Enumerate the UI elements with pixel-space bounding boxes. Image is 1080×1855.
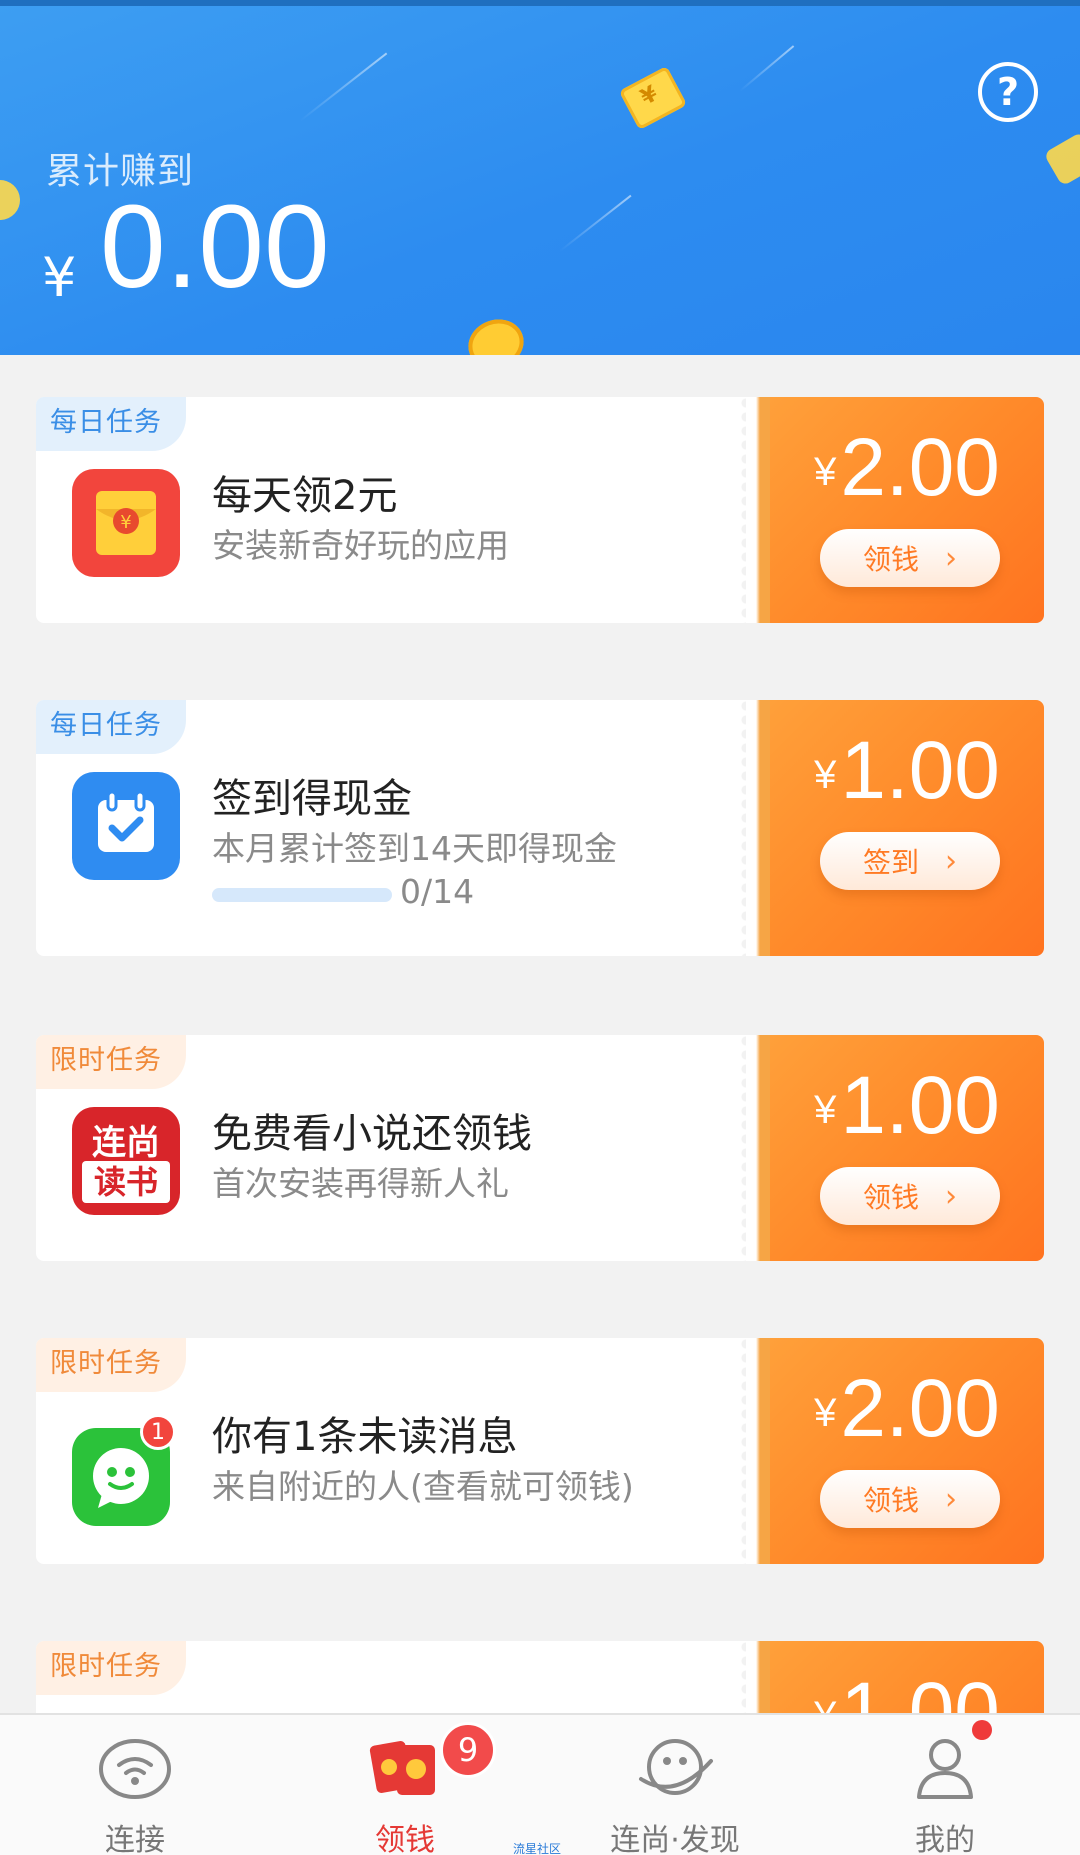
task-info: 限时任务 连尚 读书 免费看小说还领钱 首次安装再得新人礼 xyxy=(36,1035,746,1261)
coin-icon xyxy=(0,174,26,226)
sparkle-streak xyxy=(739,45,795,92)
unread-badge: 1 xyxy=(140,1414,176,1450)
claim-button-label: 领钱 xyxy=(862,543,919,576)
reward-value: 2.00 xyxy=(840,1363,1000,1454)
user-icon xyxy=(917,1739,973,1799)
nav-item-earn[interactable]: 领钱 xyxy=(270,1715,540,1855)
ticket-perforation xyxy=(746,397,770,623)
red-packet-icon: ¥ xyxy=(72,469,180,577)
checkin-button[interactable]: 签到 › xyxy=(820,832,1000,890)
nav-label: 我的 xyxy=(915,1823,975,1855)
task-title: 签到得现金 xyxy=(212,776,412,822)
task-title: 免费看小说还领钱 xyxy=(212,1111,532,1157)
reward-value: 1.00 xyxy=(840,1060,1000,1151)
reward-panel: ¥2.00 领钱 › xyxy=(770,397,1044,623)
reward-amount: ¥1.00 xyxy=(770,724,1044,818)
help-button[interactable]: ? xyxy=(978,62,1038,122)
earned-amount: 0.00 xyxy=(100,181,330,313)
reward-panel: ¥1.00 领钱 › xyxy=(770,1035,1044,1261)
claim-button[interactable]: 领钱 › xyxy=(820,529,1000,587)
book-icon-text: 连尚 xyxy=(92,1123,160,1163)
lianshang-book-icon: 连尚 读书 xyxy=(72,1107,180,1215)
notification-badge: 9 xyxy=(440,1722,496,1778)
sparkle-streak xyxy=(559,194,632,252)
reward-value: 1.00 xyxy=(840,725,1000,816)
task-subtitle: 来自附近的人(查看就可领钱) xyxy=(212,1467,634,1506)
task-card[interactable]: 每日任务 签到得现金 本月累计签到14天即得现金 0/14 ¥1.00 签到 › xyxy=(36,700,1044,956)
calendar-check-icon xyxy=(72,772,180,880)
question-circle-icon: ? xyxy=(996,70,1020,114)
sparkle-streak xyxy=(299,52,388,122)
task-title: 你有1条未读消息 xyxy=(212,1414,518,1460)
earnings-header: ¥ ? 累计赚到 ¥ 0.00 xyxy=(0,0,1080,355)
claim-button[interactable]: 领钱 › xyxy=(820,1167,1000,1225)
task-badge: 限时任务 xyxy=(36,1338,186,1392)
banknote-icon xyxy=(1043,131,1080,187)
chevron-right-icon: › xyxy=(945,1481,957,1517)
reward-panel: ¥1.00 签到 › xyxy=(770,700,1044,956)
task-info: 每日任务 ¥ 每天领2元 安装新奇好玩的应用 xyxy=(36,397,746,623)
banknote-icon: ¥ xyxy=(618,65,688,131)
claim-button[interactable]: 领钱 › xyxy=(820,1470,1000,1528)
nav-label: 领钱 xyxy=(375,1823,435,1855)
claim-button-label: 领钱 xyxy=(862,1181,919,1214)
nav-item-connect[interactable]: 连接 xyxy=(0,1715,270,1855)
currency-symbol: ¥ xyxy=(814,1088,837,1132)
reward-amount: ¥2.00 xyxy=(770,1362,1044,1456)
reward-panel: ¥2.00 领钱 › xyxy=(770,1338,1044,1564)
currency-symbol: ¥ xyxy=(814,753,837,797)
checkin-progress-bar xyxy=(212,888,392,902)
nav-label: 连尚·发现 xyxy=(610,1823,740,1855)
currency-symbol: ¥ xyxy=(814,1391,837,1435)
nav-item-discover[interactable]: 连尚·发现 xyxy=(540,1715,810,1855)
task-info: 限时任务 1 你有1条未读消息 来自附近的人(查看就可领钱) xyxy=(36,1338,746,1564)
wifi-icon xyxy=(99,1739,171,1799)
chevron-right-icon: › xyxy=(945,843,957,879)
chevron-right-icon: › xyxy=(945,540,957,576)
claim-button-label: 领钱 xyxy=(862,1484,919,1517)
chevron-right-icon: › xyxy=(945,1178,957,1214)
red-packet-icon xyxy=(369,1741,435,1795)
nav-item-me[interactable]: 我的 xyxy=(810,1715,1080,1855)
task-badge: 每日任务 xyxy=(36,700,186,754)
notification-dot xyxy=(972,1720,992,1740)
checkin-button-label: 签到 xyxy=(862,846,919,879)
task-card[interactable]: 每日任务 ¥ 每天领2元 安装新奇好玩的应用 ¥2.00 领钱 › xyxy=(36,397,1044,623)
planet-face-icon xyxy=(639,1739,713,1795)
task-title: 每天领2元 xyxy=(212,473,398,519)
task-card[interactable]: 限时任务 连尚 读书 免费看小说还领钱 首次安装再得新人礼 ¥1.00 领钱 › xyxy=(36,1035,1044,1261)
bottom-nav: 连接 领钱 连尚·发现 我的 xyxy=(0,1713,1080,1855)
coin-icon xyxy=(461,311,531,355)
ticket-perforation xyxy=(746,1338,770,1564)
task-subtitle: 首次安装再得新人礼 xyxy=(212,1164,509,1203)
book-icon-text: 读书 xyxy=(82,1161,170,1203)
task-info: 每日任务 签到得现金 本月累计签到14天即得现金 0/14 xyxy=(36,700,746,956)
nav-label: 连接 xyxy=(105,1823,165,1855)
watermark: 流星社区 xyxy=(513,1842,562,1855)
reward-value: 2.00 xyxy=(840,422,1000,513)
svg-text:¥: ¥ xyxy=(120,512,131,533)
currency-symbol: ¥ xyxy=(42,246,77,309)
task-badge: 限时任务 xyxy=(36,1035,186,1089)
task-card[interactable]: 限时任务 1 你有1条未读消息 来自附近的人(查看就可领钱) ¥2.00 领钱 › xyxy=(36,1338,1044,1564)
reward-amount: ¥2.00 xyxy=(770,421,1044,515)
checkin-progress-text: 0/14 xyxy=(400,872,475,911)
currency-symbol: ¥ xyxy=(814,450,837,494)
task-subtitle: 安装新奇好玩的应用 xyxy=(212,526,509,565)
task-badge: 限时任务 xyxy=(36,1641,186,1695)
reward-amount: ¥1.00 xyxy=(770,1059,1044,1153)
task-subtitle: 本月累计签到14天即得现金 xyxy=(212,829,617,868)
ticket-perforation xyxy=(746,1035,770,1261)
task-badge: 每日任务 xyxy=(36,397,186,451)
ticket-perforation xyxy=(746,700,770,956)
